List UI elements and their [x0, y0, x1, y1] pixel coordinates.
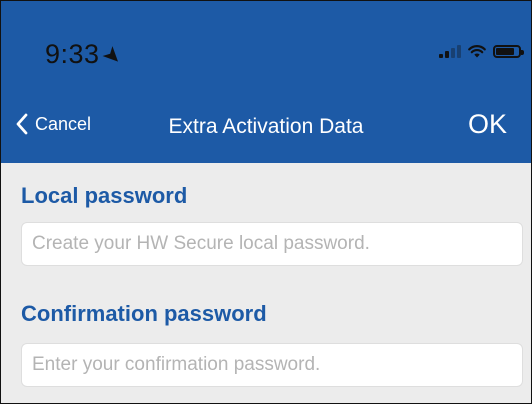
local-password-input[interactable] [22, 223, 522, 265]
local-password-label: Local password [21, 183, 188, 208]
page-title: Extra Activation Data [168, 115, 364, 138]
local-password-field[interactable] [21, 222, 523, 266]
status-time: 9:33➤ [45, 39, 128, 71]
app-screen: 9:33➤ Cancel Extra Activation Data OK Lo… [0, 0, 532, 404]
confirmation-password-label: Confirmation password [21, 301, 267, 326]
app-header: 9:33➤ Cancel Extra Activation Data OK [1, 1, 531, 163]
wifi-icon [467, 44, 487, 58]
ok-button[interactable]: OK [468, 109, 507, 140]
confirmation-password-field[interactable] [21, 343, 523, 387]
navigation-bar: Cancel Extra Activation Data OK [1, 101, 531, 151]
location-arrow-icon: ➤ [96, 40, 128, 72]
battery-icon [493, 44, 524, 58]
cellular-signal-icon [439, 44, 461, 58]
status-bar: 9:33➤ [1, 1, 531, 91]
status-time-text: 9:33 [45, 39, 100, 69]
confirmation-password-input[interactable] [22, 344, 522, 386]
status-icons [439, 44, 524, 58]
form-content: Local password Confirmation password [1, 163, 531, 403]
